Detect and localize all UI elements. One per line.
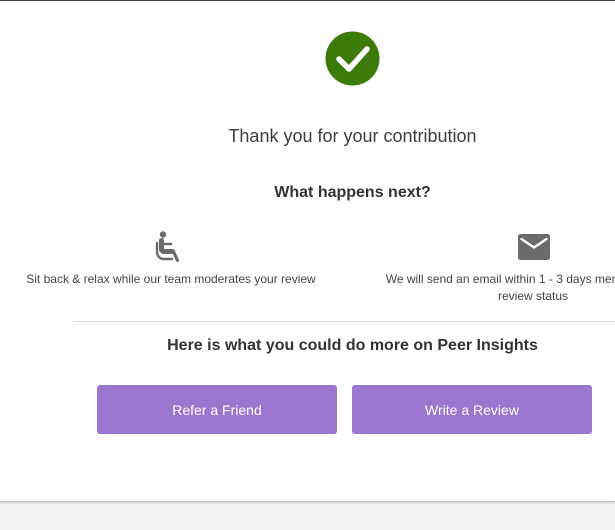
step-relax-text: Sit back & relax while our team moderate… [26, 272, 316, 286]
email-icon [518, 234, 550, 260]
refer-a-friend-button[interactable]: Refer a Friend [97, 385, 337, 434]
confirmation-card: Thank you for your contribution What hap… [0, 1, 615, 502]
step-email-text: We will send an email within 1 - 3 days … [385, 272, 615, 303]
what-happens-next-heading: What happens next? [274, 184, 431, 201]
thank-you-title: Thank you for your contribution [228, 126, 477, 146]
recline-seat-icon [155, 231, 180, 262]
write-a-review-button[interactable]: Write a Review [352, 385, 592, 434]
section-divider [74, 321, 615, 322]
more-on-peer-insights-heading: Here is what you could do more on Peer I… [167, 337, 538, 354]
success-check-icon [325, 31, 380, 86]
